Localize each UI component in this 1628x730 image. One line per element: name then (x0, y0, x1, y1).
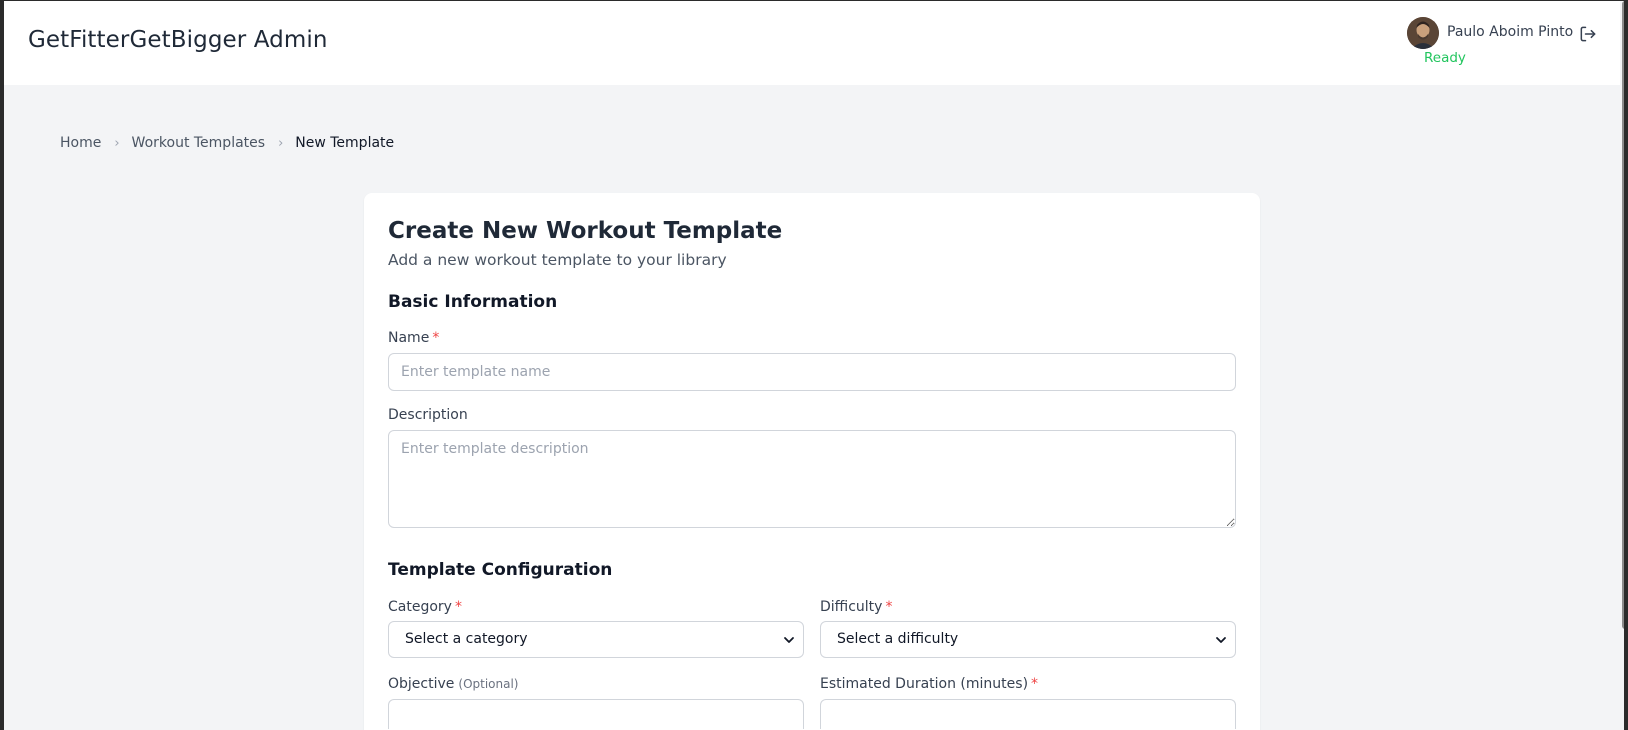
top-bar: GetFitterGetBigger Admin Paulo Aboim Pin… (4, 1, 1624, 85)
category-select[interactable]: Select a category (388, 621, 804, 658)
section-title-config: Template Configuration (388, 560, 613, 580)
scrollbar-thumb[interactable] (1622, 1, 1624, 629)
breadcrumb: Home › Workout Templates › New Template (60, 134, 394, 152)
difficulty-select[interactable]: Select a difficulty (820, 621, 1236, 658)
user-name: Paulo Aboim Pinto (1447, 24, 1574, 40)
category-label-text: Category (388, 599, 452, 615)
required-marker: * (1031, 676, 1039, 692)
page-subtitle: Add a new workout template to your libra… (388, 251, 727, 269)
chevron-down-icon (1216, 637, 1226, 643)
logout-icon[interactable] (1578, 24, 1598, 44)
objective-label-text: Objective (388, 676, 455, 692)
difficulty-label-text: Difficulty (820, 599, 883, 615)
name-label: Name * (388, 330, 439, 346)
chevron-right-icon: › (114, 135, 120, 151)
breadcrumb-workout-templates-link[interactable]: Workout Templates (132, 135, 266, 151)
section-title-basic: Basic Information (388, 292, 558, 312)
required-marker: * (885, 599, 893, 615)
duration-input[interactable] (820, 699, 1236, 729)
page-title: Create New Workout Template (388, 218, 783, 244)
optional-marker: (Optional) (458, 677, 519, 691)
difficulty-select-value: Select a difficulty (837, 631, 959, 647)
duration-label: Estimated Duration (minutes) * (820, 676, 1038, 692)
description-label: Description (388, 407, 468, 423)
category-label: Category * (388, 599, 462, 615)
user-avatar-icon[interactable] (1407, 17, 1439, 49)
required-marker: * (454, 599, 462, 615)
objective-label: Objective (Optional) (388, 676, 519, 692)
difficulty-label: Difficulty * (820, 599, 892, 615)
user-area: Paulo Aboim Pinto Ready (1407, 17, 1607, 71)
required-marker: * (432, 330, 440, 346)
chevron-right-icon: › (278, 135, 284, 151)
status-text: Ready (1424, 50, 1466, 66)
description-textarea[interactable] (388, 430, 1236, 528)
app-title[interactable]: GetFitterGetBigger Admin (28, 27, 328, 53)
breadcrumb-current: New Template (295, 135, 395, 151)
category-select-value: Select a category (405, 631, 528, 647)
app-viewport: GetFitterGetBigger Admin Paulo Aboim Pin… (4, 1, 1624, 730)
objective-select[interactable] (388, 699, 804, 729)
template-form-card: Create New Workout Template Add a new wo… (364, 193, 1260, 730)
breadcrumb-home-link[interactable]: Home (60, 135, 101, 151)
chevron-down-icon (784, 637, 794, 643)
name-input[interactable] (388, 353, 1236, 391)
name-label-text: Name (388, 330, 430, 346)
duration-label-text: Estimated Duration (minutes) (820, 676, 1029, 692)
